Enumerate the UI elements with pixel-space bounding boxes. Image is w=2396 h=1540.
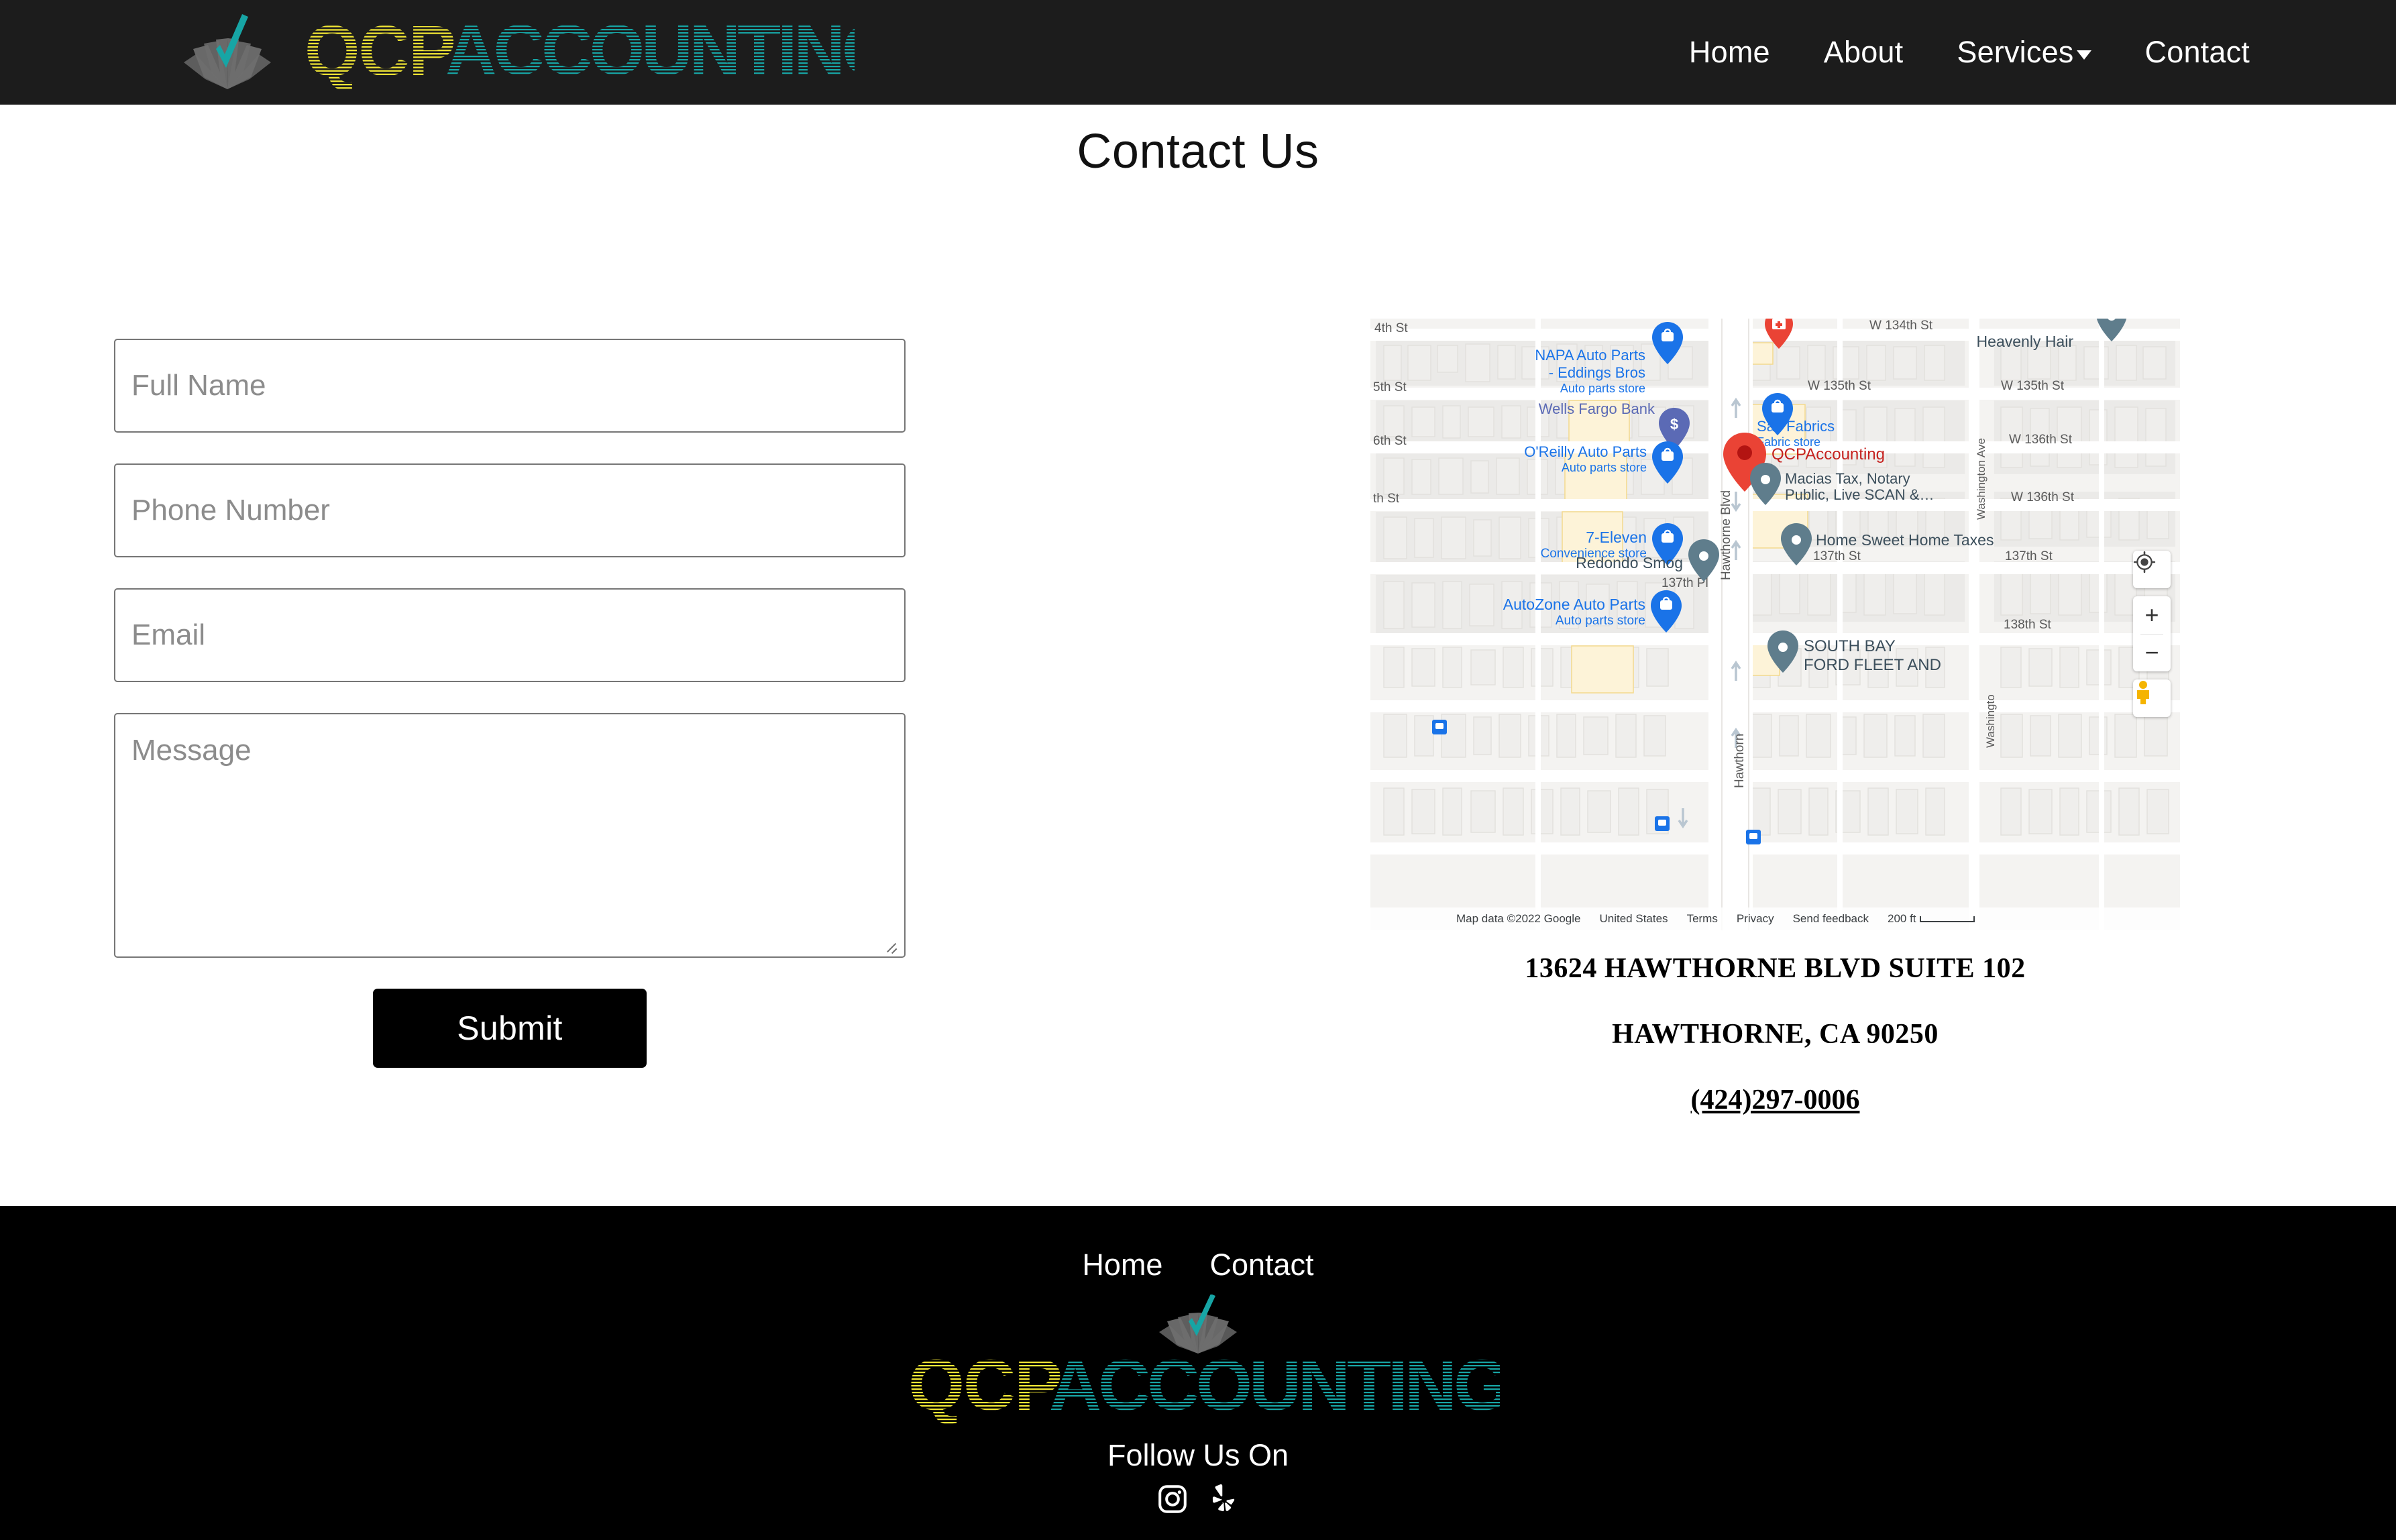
svg-text:Macias Tax, Notary: Macias Tax, Notary: [1785, 470, 1910, 487]
svg-text:W 134th St: W 134th St: [1869, 319, 1933, 333]
pegman-icon: [2137, 681, 2149, 704]
phone-link[interactable]: (424)297-0006: [1691, 1084, 1860, 1116]
footer-nav: Home Contact: [1082, 1248, 1313, 1282]
chevron-down-icon: [2076, 50, 2091, 60]
map-privacy-link[interactable]: Privacy: [1737, 912, 1774, 926]
message-field-wrapper: [114, 713, 906, 958]
footer-nav-contact[interactable]: Contact: [1209, 1248, 1313, 1282]
site-footer: Home Contact QCP ACCOUNTING Follow Us On: [0, 1206, 2396, 1540]
svg-text:7-Eleven: 7-Eleven: [1586, 529, 1647, 546]
svg-text:ACCOUNTING: ACCOUNTING: [1049, 1344, 1500, 1425]
svg-text:Auto parts store: Auto parts store: [1556, 614, 1645, 628]
svg-text:5th St: 5th St: [1373, 380, 1407, 394]
svg-text:Auto parts store: Auto parts store: [1560, 382, 1645, 395]
google-map[interactable]: 4th St 5th St 6th St th St W 134th St W …: [1370, 319, 2180, 930]
map-terms-link[interactable]: Terms: [1687, 912, 1718, 926]
svg-text:137th St: 137th St: [2005, 549, 2053, 563]
svg-text:- Eddings Bros: - Eddings Bros: [1549, 364, 1645, 381]
primary-nav: Home About Services Contact: [1662, 0, 2277, 105]
svg-text:SOUTH BAY: SOUTH BAY: [1804, 637, 1896, 655]
address-line-1: 13624 HAWTHORNE BLVD SUITE 102: [1525, 953, 2026, 984]
book-check-icon: [164, 10, 298, 94]
svg-text:Sas Fabrics: Sas Fabrics: [1757, 418, 1835, 435]
svg-text:Heavenly Hair: Heavenly Hair: [1977, 333, 2074, 350]
svg-text:ACCOUNTING: ACCOUNTING: [445, 15, 855, 89]
svg-text:Public, Live SCAN &…: Public, Live SCAN &…: [1785, 486, 1935, 503]
instagram-link[interactable]: [1157, 1484, 1188, 1515]
address-line-2: HAWTHORNE, CA 90250: [1612, 1019, 1939, 1050]
svg-text:AutoZone Auto Parts: AutoZone Auto Parts: [1503, 596, 1645, 613]
nav-item-contact[interactable]: Contact: [2118, 35, 2277, 70]
svg-text:137th St: 137th St: [1813, 549, 1861, 563]
svg-text:QCP: QCP: [908, 1344, 1061, 1425]
svg-text:th St: th St: [1373, 492, 1400, 506]
svg-text:4th St: 4th St: [1374, 321, 1408, 335]
nav-item-about[interactable]: About: [1797, 35, 1930, 70]
nav-label-contact: Contact: [2144, 35, 2250, 69]
map-scale-bar: 200 ft: [1888, 912, 1975, 926]
map-attribution-bar: Map data ©2022 Google United States Term…: [1370, 908, 2180, 930]
social-links: [1157, 1484, 1239, 1515]
header-logo[interactable]: QCP ACCOUNTING: [164, 7, 897, 97]
map-data-credit: Map data ©2022 Google: [1456, 912, 1581, 925]
svg-text:Home Sweet Home Taxes: Home Sweet Home Taxes: [1816, 531, 1994, 549]
brand-wordmark: QCP ACCOUNTING: [305, 9, 897, 91]
nav-label-about: About: [1823, 35, 1904, 69]
map-feedback-link[interactable]: Send feedback: [1793, 912, 1869, 926]
my-location-button[interactable]: [2133, 551, 2171, 588]
svg-text:W 135th St: W 135th St: [1808, 379, 1871, 393]
page-title: Contact Us: [1077, 125, 1319, 178]
nav-item-home[interactable]: Home: [1662, 35, 1797, 70]
yelp-link[interactable]: [1208, 1484, 1239, 1515]
address-block: 13624 HAWTHORNE BLVD SUITE 102 HAWTHORNE…: [1370, 952, 2180, 1116]
svg-text:Hawthorn: Hawthorn: [1733, 734, 1747, 788]
submit-row: Submit: [114, 989, 906, 1068]
zoom-out-button[interactable]: −: [2133, 634, 2171, 671]
nav-label-home: Home: [1688, 35, 1770, 69]
svg-text:W 135th St: W 135th St: [2001, 379, 2065, 393]
svg-text:O'Reilly Auto Parts: O'Reilly Auto Parts: [1524, 443, 1647, 460]
message-textarea[interactable]: [114, 713, 906, 958]
follow-us-label: Follow Us On: [1107, 1438, 1289, 1472]
site-header: QCP ACCOUNTING Home About Services Conta…: [0, 0, 2396, 105]
instagram-icon: [1158, 1485, 1187, 1513]
svg-text:W 136th St: W 136th St: [2009, 433, 2073, 447]
svg-text:Redondo Smog: Redondo Smog: [1576, 554, 1683, 571]
submit-button[interactable]: Submit: [373, 989, 647, 1068]
nav-label-services: Services: [1957, 35, 2074, 69]
svg-text:FORD FLEET AND: FORD FLEET AND: [1804, 656, 1941, 674]
svg-text:NAPA Auto Parts: NAPA Auto Parts: [1535, 347, 1645, 364]
svg-text:Washingto: Washingto: [1984, 694, 1997, 748]
svg-text:Washington Ave: Washington Ave: [1975, 438, 1987, 520]
scale-bar-line: [1919, 916, 1975, 922]
map-canvas: 4th St 5th St 6th St th St W 134th St W …: [1370, 319, 2180, 930]
svg-text:QCP: QCP: [305, 15, 455, 89]
contact-form: Submit: [114, 339, 906, 1068]
svg-text:$: $: [1670, 416, 1678, 433]
map-country-link[interactable]: United States: [1600, 912, 1668, 926]
phone-number-input[interactable]: [114, 463, 906, 557]
svg-text:6th St: 6th St: [1373, 434, 1407, 448]
svg-text:138th St: 138th St: [2004, 618, 2051, 632]
footer-nav-home[interactable]: Home: [1082, 1248, 1162, 1282]
svg-text:Hawthorne Blvd: Hawthorne Blvd: [1719, 490, 1733, 580]
page-root: QCP ACCOUNTING Home About Services Conta…: [0, 0, 2396, 1540]
svg-text:Wells Fargo Bank: Wells Fargo Bank: [1539, 400, 1655, 417]
email-input[interactable]: [114, 588, 906, 682]
zoom-in-button[interactable]: +: [2133, 596, 2171, 634]
street-view-pegman-button[interactable]: [2133, 679, 2171, 717]
zoom-controls: + −: [2133, 596, 2171, 671]
svg-text:QCPAccounting: QCPAccounting: [1772, 445, 1885, 463]
map-column: 4th St 5th St 6th St th St W 134th St W …: [1370, 319, 2180, 930]
svg-text:Auto parts store: Auto parts store: [1562, 461, 1647, 474]
nav-item-services[interactable]: Services: [1930, 35, 2118, 70]
svg-text:W 136th St: W 136th St: [2011, 490, 2075, 504]
yelp-icon: [1212, 1484, 1235, 1512]
map-scale-label: 200 ft: [1888, 912, 1916, 925]
full-name-input[interactable]: [114, 339, 906, 433]
my-location-icon: [2133, 551, 2156, 573]
footer-logo[interactable]: QCP ACCOUNTING: [896, 1294, 1510, 1435]
